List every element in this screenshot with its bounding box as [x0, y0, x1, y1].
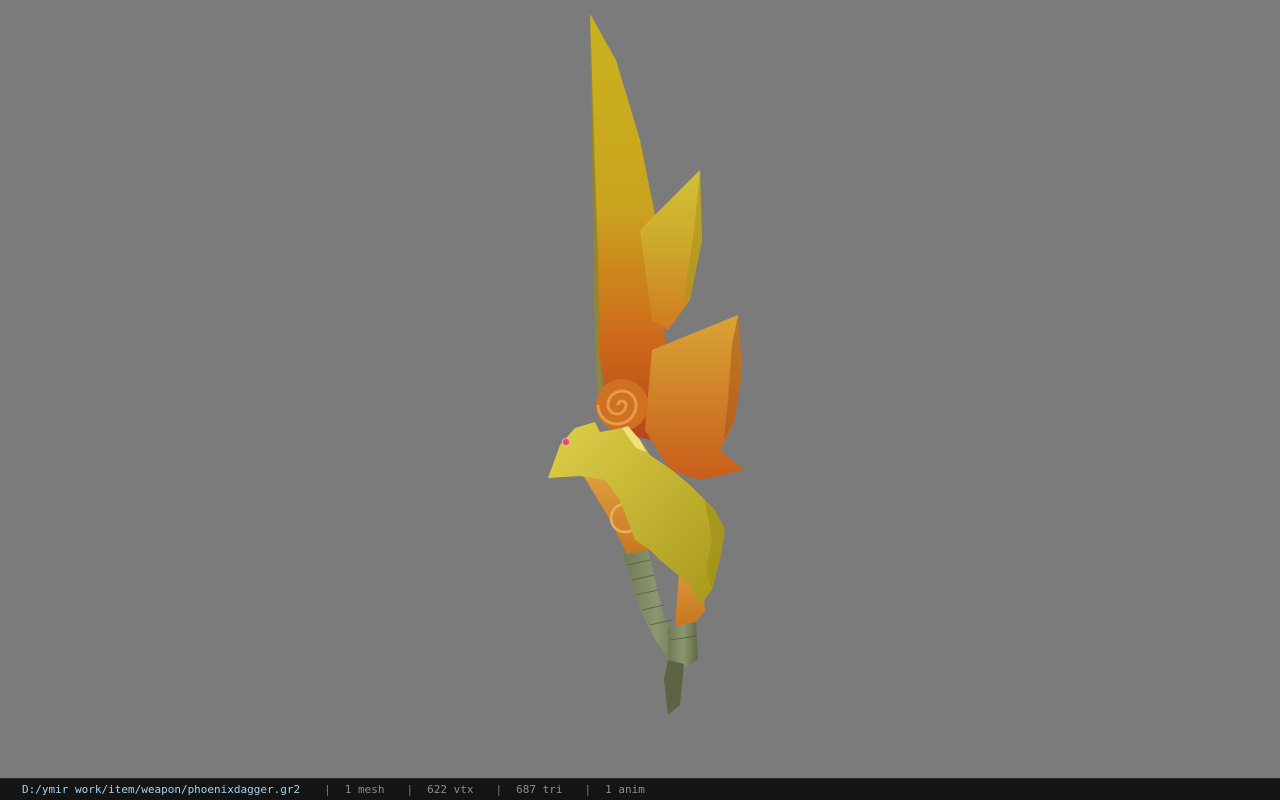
model-viewport[interactable] [0, 0, 1280, 778]
phoenix-eye [562, 438, 570, 446]
pommel [664, 660, 684, 715]
triangle-count: 687 tri [516, 783, 563, 796]
status-separator: | [324, 783, 331, 796]
status-separator: | [495, 783, 503, 796]
status-bar: D:/ymir work/item/weapon/phoenixdagger.g… [0, 778, 1280, 800]
vertex-count: 622 vtx [427, 783, 474, 796]
animation-count: 1 anim [605, 783, 645, 796]
status-separator: | [406, 783, 414, 796]
phoenix-dagger-model [548, 14, 744, 715]
mesh-count: 1 mesh [344, 783, 385, 796]
file-path: D:/ymir work/item/weapon/phoenixdagger.g… [22, 783, 301, 796]
status-separator: | [584, 783, 592, 796]
grip-wrap-lower [668, 622, 698, 668]
